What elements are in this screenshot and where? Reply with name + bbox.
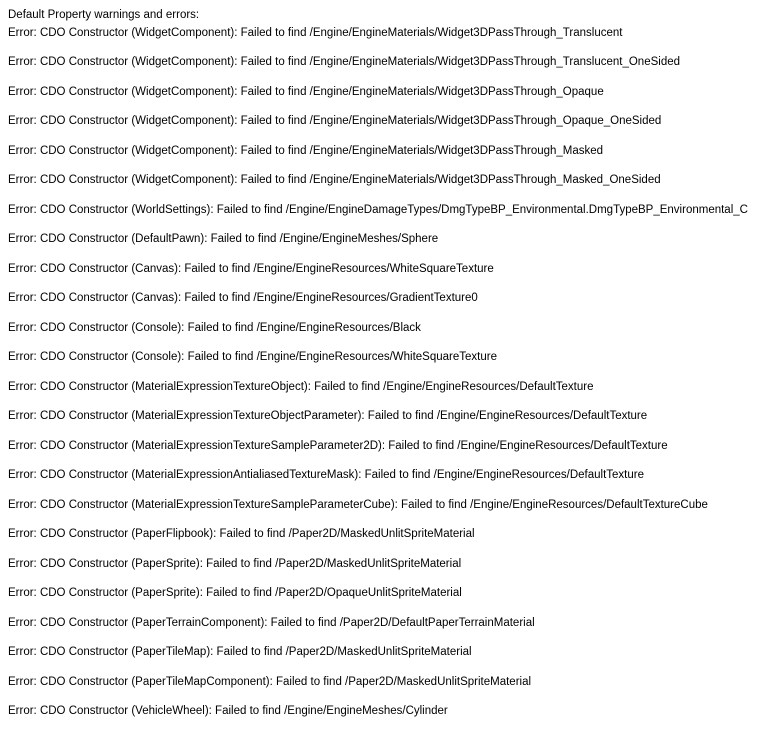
error-log-line: Error: CDO Constructor (MaterialExpressi…	[8, 409, 770, 425]
error-log-line: Error: CDO Constructor (PaperTerrainComp…	[8, 616, 770, 632]
error-log-line: Error: CDO Constructor (WidgetComponent)…	[8, 114, 770, 130]
error-log-line: Error: CDO Constructor (WidgetComponent)…	[8, 144, 770, 160]
error-log-line: Error: CDO Constructor (PaperSprite): Fa…	[8, 586, 770, 602]
error-log-line: Error: CDO Constructor (WidgetComponent)…	[8, 85, 770, 101]
error-log-line: Error: CDO Constructor (WidgetComponent)…	[8, 55, 770, 71]
error-log-line: Error: CDO Constructor (PaperFlipbook): …	[8, 527, 770, 543]
error-log-line: Error: CDO Constructor (VehicleWheel): F…	[8, 704, 770, 720]
error-log-line: Error: CDO Constructor (WorldSettings): …	[8, 203, 770, 219]
error-log-line: Error: CDO Constructor (MaterialExpressi…	[8, 498, 770, 514]
error-log-line: Error: CDO Constructor (WidgetComponent)…	[8, 173, 770, 189]
error-log-line: Error: CDO Constructor (MaterialExpressi…	[8, 380, 770, 396]
error-log-line: Error: CDO Constructor (MaterialExpressi…	[8, 439, 770, 455]
error-log-line: Error: CDO Constructor (PaperTileMap): F…	[8, 645, 770, 661]
error-log-line: Error: CDO Constructor (DefaultPawn): Fa…	[8, 232, 770, 248]
error-log-line: Error: CDO Constructor (Console): Failed…	[8, 321, 770, 337]
error-log-line: Error: CDO Constructor (Canvas): Failed …	[8, 291, 770, 307]
error-log-line: Error: CDO Constructor (PaperTileMapComp…	[8, 675, 770, 691]
error-log-line: Error: CDO Constructor (PaperSprite): Fa…	[8, 557, 770, 573]
error-log-line: Error: CDO Constructor (Canvas): Failed …	[8, 262, 770, 278]
log-header: Default Property warnings and errors:	[8, 8, 770, 24]
error-log-line: Error: CDO Constructor (MaterialExpressi…	[8, 468, 770, 484]
error-log-line: Error: CDO Constructor (WidgetComponent)…	[8, 26, 770, 42]
error-log-list: Error: CDO Constructor (WidgetComponent)…	[8, 26, 770, 720]
error-log-line: Error: CDO Constructor (Console): Failed…	[8, 350, 770, 366]
